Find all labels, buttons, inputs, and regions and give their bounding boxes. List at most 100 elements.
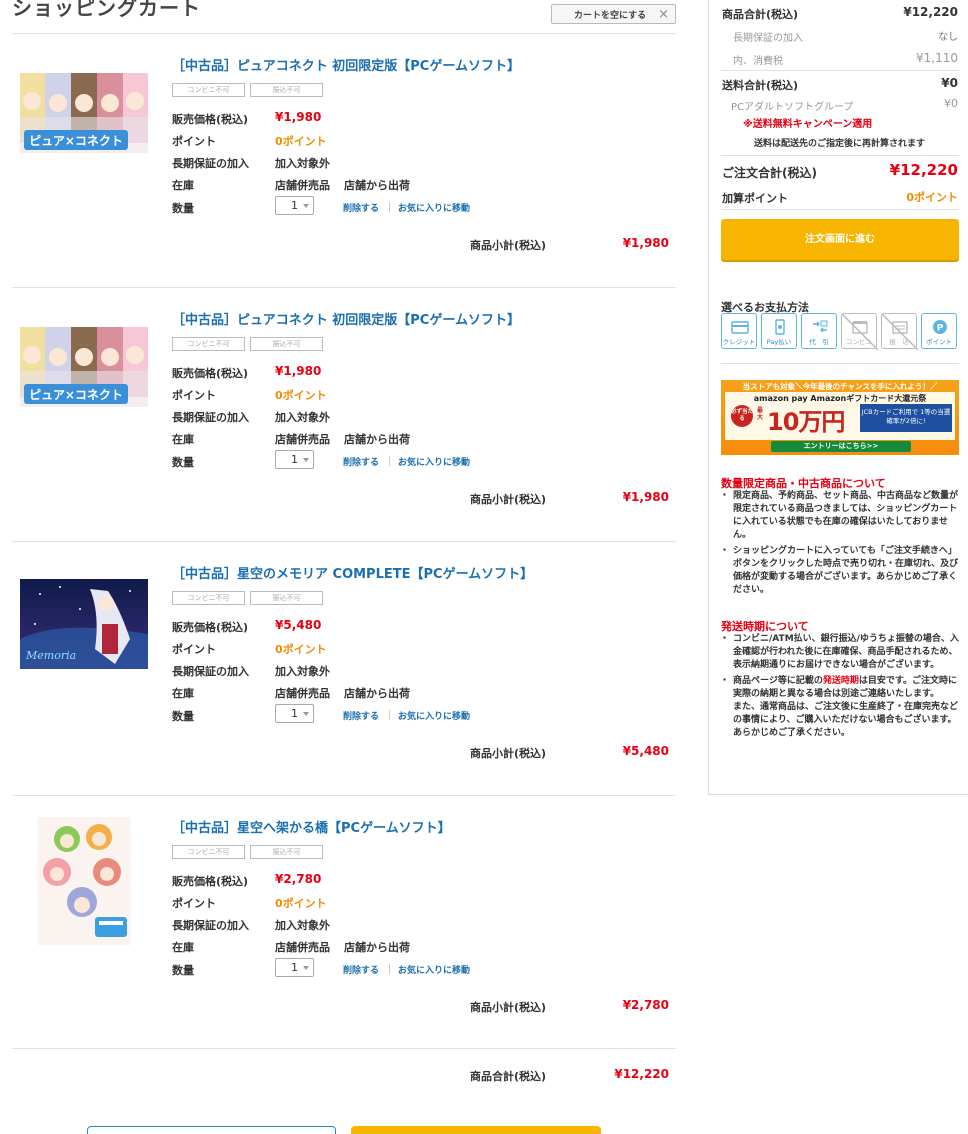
price-label: 販売価格(税込) [172,875,249,888]
conveni-tag: コンビニ不可 [172,591,245,605]
quantity-select[interactable]: 1 [275,958,314,977]
notice-item: 商品ページ等に記載の発送時期は目安です。ご注文時に実際の納期と異なる場合は別途ご… [720,675,961,701]
move-to-favorite-link[interactable]: お気に入りに移動 [398,963,470,976]
price-label: 販売価格(税込) [172,621,249,634]
warranty-label: 長期保証の加入 [172,411,249,424]
shipping-label: 送料合計(税込) [722,79,799,92]
product-thumbnail[interactable]: Memoria [20,579,148,669]
quantity-select[interactable]: 1 [275,450,314,469]
stock-value: 店舗併売品 [275,179,330,192]
cart-total-value: ¥12,220 [614,1067,669,1081]
chevron-down-icon [303,204,309,208]
point-label: ポイント [172,389,216,402]
price-label: 販売価格(税込) [172,113,249,126]
shipping-value: ¥0 [941,76,958,90]
delete-link[interactable]: 削除する [343,455,379,468]
conveni-tag: コンビニ不可 [172,83,245,97]
chevron-down-icon [303,966,309,970]
payment-cod: 代 引 [801,313,837,349]
shipping-notice-heading: 発送時期について [721,620,809,633]
tax-value: ¥1,110 [916,51,958,65]
banner-must-badge: 必ず当たる [731,405,753,427]
product-title-link[interactable]: ［中古品］星空へ架かる橋【PCゲームソフト】 [172,817,451,836]
delete-link[interactable]: 削除する [343,709,379,722]
divider [389,964,390,974]
payment-transfer: 振 込 [881,313,918,350]
point-label: ポイント [172,897,216,910]
product-title-link[interactable]: ［中古品］星空のメモリア COMPLETE【PCゲームソフト】 [172,563,533,582]
subtotal-label: 商品小計(税込) [470,747,547,760]
price-value: ¥1,980 [275,110,322,124]
move-to-favorite-link[interactable]: お気に入りに移動 [398,455,470,468]
quantity-select[interactable]: 1 [275,196,314,215]
payment-conveni: コンビニ [841,313,878,350]
subtotal-value: ¥1,980 [622,236,669,250]
order-total-value: ¥12,220 [889,161,958,179]
product-thumbnail[interactable] [37,817,131,945]
convenience-store-icon [852,321,868,334]
delete-link[interactable]: 削除する [343,963,379,976]
svg-text:ピュア×コネクト: ピュア×コネクト [29,388,123,402]
limited-notice-list: 限定商品、予約商品、セット商品、中古商品など数量が限定されている商品つきましては… [720,490,961,600]
product-title-link[interactable]: ［中古品］ピュアコネクト 初回限定版【PCゲームソフト】 [172,55,520,74]
subtotal-label: 商品小計(税込) [470,239,547,252]
qty-label: 数量 [172,202,194,215]
cash-on-delivery-icon [813,320,828,333]
banner-entry-link[interactable]: エントリーはこちら>> [771,441,911,452]
campaign-banner[interactable]: 当ストアも対象＼今年最後のチャンスを手に入れよう！／ amazon pay Am… [721,380,959,455]
divider [721,155,959,156]
limited-notice-heading: 数量限定商品・中古商品について [721,477,886,490]
subtotal-value: ¥1,980 [622,490,669,504]
proceed-to-order-button[interactable]: 注文画面に進む [721,219,959,260]
quantity-value: 1 [291,199,298,212]
qty-label: 数量 [172,710,194,723]
quantity-value: 1 [291,961,298,974]
empty-cart-button[interactable]: カートを空にする × [551,4,676,24]
banner-top-text: 当ストアも対象＼今年最後のチャンスを手に入れよう！／ [742,382,938,391]
svg-text:ピュア×コネクト: ピュア×コネクト [29,134,123,148]
ship-value: 店舗から出荷 [344,179,410,192]
chevron-down-icon [303,458,309,462]
warranty-summary-label: 長期保証の加入 [733,33,803,44]
payment-point: P ポイント [921,313,957,349]
warranty-label: 長期保証の加入 [172,919,249,932]
divider [721,209,959,210]
notice-item: ショッピングカートに入っていても「ご注文手続きへ」ボタンをクリックした時点で売り… [720,545,961,597]
credit-card-icon [731,321,749,334]
move-to-favorite-link[interactable]: お気に入りに移動 [398,201,470,214]
payment-credit: クレジット [721,313,757,349]
shipping-time-link[interactable]: 発送時期 [823,676,859,686]
stock-label: 在庫 [172,687,194,700]
payment-point-label: ポイント [926,338,952,346]
subtotal-value: ¥2,780 [622,998,669,1012]
divider [721,70,959,71]
continue-shopping-button[interactable] [87,1126,336,1134]
notice-item: また、通常商品は、ご注文後に生産終了・在庫完売などの事情により、ご購入いただけな… [733,702,959,738]
banner-max-text: 最大 [757,407,764,421]
move-to-favorite-link[interactable]: お気に入りに移動 [398,709,470,722]
divider [721,363,959,364]
goods-total-value: ¥12,220 [903,5,958,19]
product-thumbnail[interactable]: ピュア×コネクト [20,327,148,415]
banner-amount: 10万円 [767,408,845,436]
delete-link[interactable]: 削除する [343,201,379,214]
warranty-summary-value: なし [938,32,958,43]
campaign-note: ※送料無料キャンペーン適用 [743,119,873,130]
quantity-select[interactable]: 1 [275,704,314,723]
warranty-value: 加入対象外 [275,665,330,678]
recalc-note: 送料は配送先のご指定後に再計算されます [754,139,926,149]
product-title-link[interactable]: ［中古品］ピュアコネクト 初回限定版【PCゲームソフト】 [172,309,520,328]
payment-paypay: Pay払い [761,313,797,349]
svg-text:P: P [937,324,944,334]
product-thumbnail[interactable]: ピュア×コネクト [20,73,148,161]
checkout-button[interactable] [351,1126,601,1134]
furikomi-tag: 振込不可 [250,337,323,351]
warranty-label: 長期保証の加入 [172,665,249,678]
group-value: ¥0 [944,97,958,110]
subtotal-label: 商品小計(税込) [470,493,547,506]
notice-item: コンビニ/ATM払い、銀行振込/ゆうちょ振替の場合、入金確認が行われた後に在庫確… [720,633,961,672]
stock-value: 店舗併売品 [275,687,330,700]
order-summary: 商品合計(税込) ¥12,220 長期保証の加入 なし 内、消費税 ¥1,110… [708,0,968,795]
subtotal-value: ¥5,480 [622,744,669,758]
empty-cart-label: カートを空にする [574,10,647,21]
